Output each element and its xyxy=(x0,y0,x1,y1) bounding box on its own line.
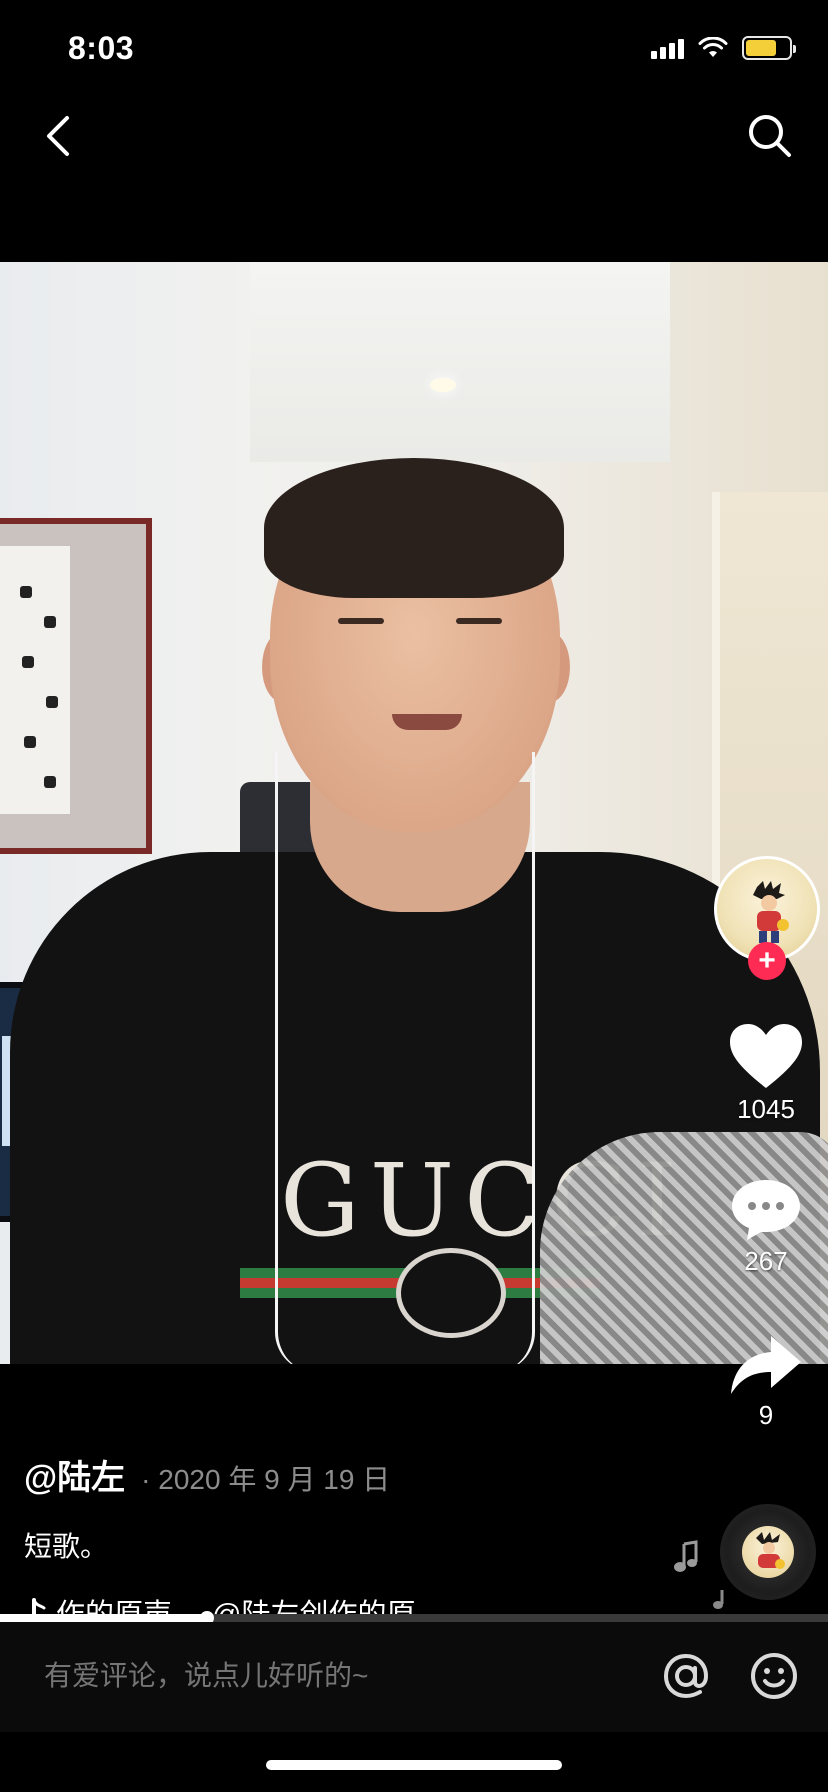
smiley-icon xyxy=(751,1653,797,1699)
follow-button[interactable]: + xyxy=(748,942,786,980)
author-name[interactable]: @陆左 xyxy=(24,1450,125,1499)
music-disc-cover xyxy=(742,1526,794,1578)
wifi-icon xyxy=(698,37,728,57)
comment-count: 267 xyxy=(744,1246,788,1276)
caption-block: @陆左 2020 年 9 月 19 日 短歌。 作的原声 @陆左创作的原 xyxy=(24,1450,674,1633)
home-indicator xyxy=(266,1760,562,1770)
emoji-button[interactable] xyxy=(744,1646,804,1706)
hair xyxy=(264,458,564,598)
left-eye xyxy=(338,618,384,624)
cellular-signal-icon xyxy=(651,37,684,59)
search-button[interactable] xyxy=(738,104,802,168)
floating-note-icon xyxy=(713,1590,724,1609)
ceiling xyxy=(250,262,670,462)
author-line: @陆左 2020 年 9 月 19 日 xyxy=(24,1450,674,1499)
right-eye xyxy=(456,618,502,624)
calligraphy-frame xyxy=(0,518,152,854)
comment-action[interactable]: 267 xyxy=(716,1176,816,1277)
music-disc-button[interactable] xyxy=(720,1504,816,1600)
avatar-character-icon xyxy=(753,881,789,943)
battery-icon xyxy=(742,36,796,60)
video-player[interactable]: GUCCI xyxy=(0,262,828,1364)
status-time: 8:03 xyxy=(68,30,135,66)
post-date: 2020 年 9 月 19 日 xyxy=(141,1458,390,1498)
like-count: 1045 xyxy=(737,1094,795,1124)
status-icons xyxy=(651,36,796,60)
progress-fill xyxy=(0,1614,207,1622)
mention-button[interactable] xyxy=(656,1646,716,1706)
share-arrow-icon xyxy=(731,1336,801,1394)
share-count: 9 xyxy=(758,1400,774,1430)
comment-bar xyxy=(0,1622,828,1732)
disc-character-icon xyxy=(756,1532,785,1569)
chevron-left-icon xyxy=(47,116,69,156)
search-icon xyxy=(749,115,791,157)
back-button[interactable] xyxy=(28,106,88,166)
calligraphy-scroll xyxy=(0,546,70,814)
floating-note-icon xyxy=(674,1540,698,1572)
ceiling-light xyxy=(430,378,456,392)
comment-input[interactable] xyxy=(44,1660,604,1692)
video-progress-bar[interactable] xyxy=(0,1611,828,1625)
video-description: 短歌。 xyxy=(24,1531,109,1562)
like-action[interactable]: 1045 xyxy=(716,1022,816,1125)
battery-level xyxy=(746,40,777,56)
share-action[interactable]: 9 xyxy=(716,1334,816,1431)
status-bar: 8:03 xyxy=(0,0,828,100)
heart-icon xyxy=(730,1024,802,1088)
earphone-cable xyxy=(275,752,535,1364)
mouth xyxy=(392,714,462,730)
at-sign-icon xyxy=(663,1653,709,1699)
comment-bubble-icon xyxy=(732,1180,800,1240)
